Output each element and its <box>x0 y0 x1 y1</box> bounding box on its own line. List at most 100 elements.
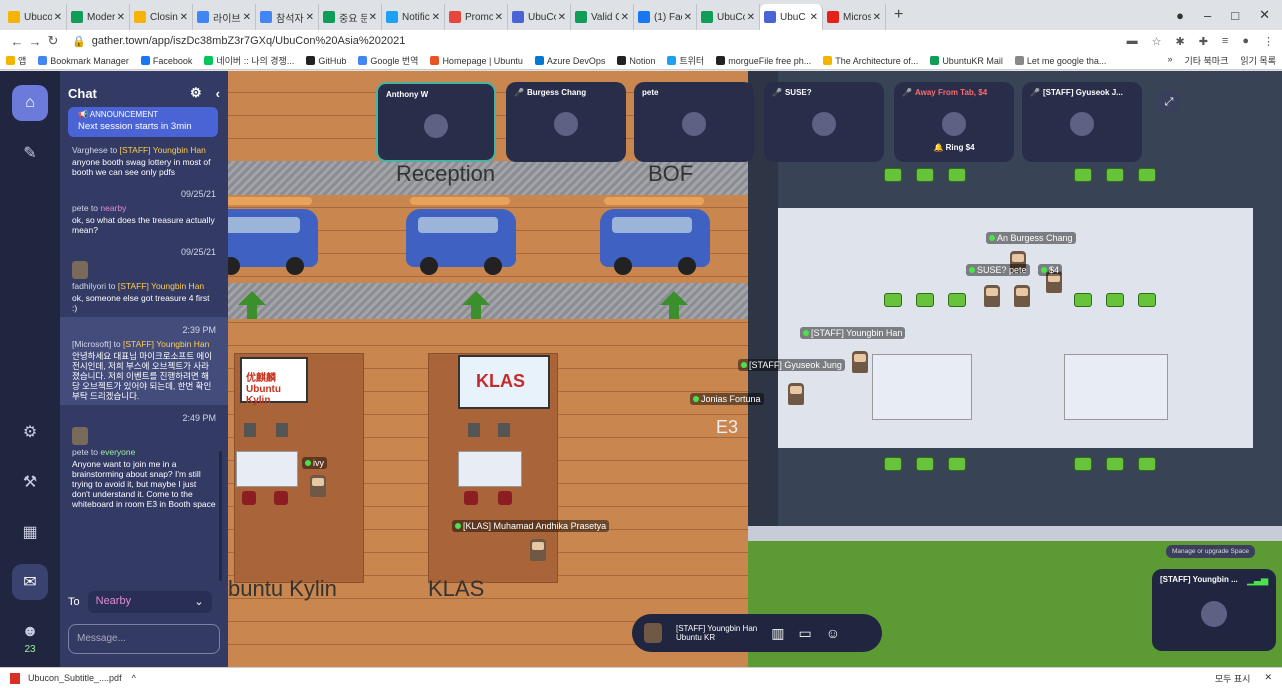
close-tab-icon[interactable]: ✕ <box>306 12 314 23</box>
bookmark-item[interactable]: Facebook <box>140 56 192 66</box>
video-tile[interactable]: 🎤 Away From Tab, $4 🔔 Ring $4 <box>894 82 1014 162</box>
bookmark-item[interactable]: Bookmark Manager <box>38 56 129 66</box>
download-file[interactable]: Ubucon_Subtitle_....pdf <box>28 673 122 683</box>
avatar[interactable] <box>1014 285 1030 307</box>
bookmark-item[interactable]: 앱 <box>6 54 26 67</box>
forward-icon[interactable]: → <box>26 34 44 49</box>
close-tab-icon[interactable]: ✕ <box>558 12 566 23</box>
self-video-tile[interactable]: [STAFF] Youngbin ... ▁▃▅ <box>1152 569 1276 651</box>
avatar[interactable] <box>310 475 326 497</box>
avatar[interactable] <box>852 351 868 373</box>
bookmark-item[interactable]: Homepage | Ubuntu <box>430 56 523 66</box>
calendar-icon[interactable]: ▦ <box>12 514 48 550</box>
bookmark-item[interactable]: morgueFile free ph... <box>716 56 811 66</box>
browser-tab[interactable]: 중요 문서✕ <box>319 4 382 30</box>
bookmark-item[interactable]: Google 번역 <box>358 54 418 67</box>
close-tab-icon[interactable]: ✕ <box>54 12 62 23</box>
screen-share-icon[interactable]: ▭ <box>798 625 811 642</box>
browser-tab[interactable]: Ubucon_S✕ <box>4 4 67 30</box>
browser-tab[interactable]: Valid Ord✕ <box>571 4 634 30</box>
home-icon[interactable]: ⌂ <box>12 85 48 121</box>
collapse-chat-icon[interactable]: ‹ <box>216 86 220 101</box>
chat-settings-icon[interactable]: ⚙ <box>190 85 202 101</box>
browser-tab[interactable]: Microsoft✕ <box>823 4 886 30</box>
hammer-icon[interactable]: ⚒ <box>12 464 48 500</box>
browser-tab[interactable]: (1) Facebo✕ <box>634 4 697 30</box>
gear-icon[interactable]: ⚙ <box>12 414 48 450</box>
chat-message[interactable]: Varghese to [STAFF] Youngbin Han anyone b… <box>60 141 228 181</box>
bookmark-folder[interactable]: 읽기 목록 <box>1240 54 1276 67</box>
menu-icon[interactable]: ⋮ <box>1263 35 1274 48</box>
avatar[interactable] <box>984 285 1000 307</box>
video-tile[interactable]: 🎤 Burgess Chang <box>506 82 626 162</box>
close-tab-icon[interactable]: ✕ <box>810 12 818 23</box>
download-chevron-icon[interactable]: ^ <box>132 673 136 683</box>
video-tile[interactable]: Anthony W <box>376 82 496 162</box>
recipient-select[interactable]: Nearby ⌄ <box>87 591 212 613</box>
bookmark-item[interactable]: Notion <box>617 56 655 66</box>
bookmark-folder[interactable]: 기타 북마크 <box>1184 54 1228 67</box>
new-tab-button[interactable]: + <box>886 6 911 24</box>
chat-messages[interactable]: Varghese to [STAFF] Youngbin Han anyone b… <box>60 141 228 581</box>
bookmark-folder[interactable]: » <box>1167 54 1172 67</box>
browser-tab[interactable]: UbuCon A✕ <box>508 4 571 30</box>
bookmark-item[interactable]: Let me google tha... <box>1014 56 1106 66</box>
avatar-icon[interactable]: ● <box>1242 35 1249 48</box>
cast-icon[interactable]: ▬ <box>1127 35 1138 48</box>
browser-tab[interactable]: UbuC ✕ <box>760 4 823 30</box>
browser-tab[interactable]: 라이브 |✕ <box>193 4 256 30</box>
browser-tab[interactable]: Closing -✕ <box>130 4 193 30</box>
message-input[interactable]: Message... <box>68 624 220 654</box>
close-tab-icon[interactable]: ✕ <box>621 12 629 23</box>
close-tab-icon[interactable]: ✕ <box>369 12 377 23</box>
emoji-icon[interactable]: ☺ <box>826 625 840 641</box>
chat-message[interactable]: 09/25/21 fadhilyori to [STAFF] Youngbin H… <box>60 239 228 317</box>
expand-icon[interactable]: ⤢ <box>1158 91 1180 113</box>
self-avatar[interactable] <box>644 623 662 643</box>
close-tab-icon[interactable]: ✕ <box>747 12 755 23</box>
close-tab-icon[interactable]: ✕ <box>873 12 881 23</box>
browser-tab[interactable]: 참석자 |✕ <box>256 4 319 30</box>
reload-icon[interactable]: ↻ <box>44 33 62 49</box>
close-tab-icon[interactable]: ✕ <box>117 12 125 23</box>
close-tab-icon[interactable]: ✕ <box>243 12 251 23</box>
playlist-icon[interactable]: ≡ <box>1222 35 1228 48</box>
bookmark-item[interactable]: 트위터 <box>667 54 704 67</box>
pin-icon[interactable]: ✎ <box>12 135 48 171</box>
url-field[interactable]: 🔒 gather.town/app/iszDc38mbZ3r7GXq/UbuCo… <box>72 35 405 48</box>
chat-scrollbar[interactable] <box>219 451 222 581</box>
star-icon[interactable]: ☆ <box>1152 35 1162 48</box>
bookmark-item[interactable]: The Architecture of... <box>823 56 918 66</box>
chat-message[interactable]: 2:39 PM [Microsoft] to [STAFF] Youngbin H… <box>60 317 228 405</box>
browser-tab[interactable]: Promote✕ <box>445 4 508 30</box>
self-name[interactable]: [STAFF] Youngbin Han Ubuntu KR <box>676 624 757 642</box>
map-icon[interactable]: ▥ <box>771 625 784 642</box>
browser-tab[interactable]: UbuCon A✕ <box>697 4 760 30</box>
avatar[interactable] <box>530 539 546 561</box>
manage-space-button[interactable]: Manage or upgrade Space <box>1166 545 1255 558</box>
close-tab-icon[interactable]: ✕ <box>180 12 188 23</box>
bookmark-item[interactable]: GitHub <box>306 56 346 66</box>
show-all-button[interactable]: 모두 표시 <box>1215 672 1251 685</box>
bookmark-item[interactable]: UbuntuKR Mail <box>930 56 1003 66</box>
avatar[interactable] <box>788 383 804 405</box>
chat-icon[interactable]: ✉ <box>12 564 48 600</box>
extension-icon[interactable]: ✱ <box>1175 35 1184 48</box>
video-tile[interactable]: pete <box>634 82 754 162</box>
map-canvas[interactable]: Reception BOF 优麒麟 Ubuntu Kylin KLAS bunt… <box>228 71 1282 667</box>
bookmark-item[interactable]: Azure DevOps <box>534 56 605 66</box>
browser-tab[interactable]: Moderato✕ <box>67 4 130 30</box>
bookmark-item[interactable]: 네이버 :: 나의 경쟁... <box>204 54 294 67</box>
maximize-button[interactable]: □ <box>1231 8 1239 23</box>
close-tab-icon[interactable]: ✕ <box>684 12 692 23</box>
ring-button[interactable]: 🔔 Ring $4 <box>933 143 974 152</box>
klas-sign[interactable]: KLAS <box>458 355 550 409</box>
close-tab-icon[interactable]: ✕ <box>495 12 503 23</box>
video-tile[interactable]: 🎤 SUSE? <box>764 82 884 162</box>
chat-message[interactable]: 09/25/21 pete to nearby ok, so what does t… <box>60 181 228 239</box>
video-tile[interactable]: 🎤 [STAFF] Gyuseok J... <box>1022 82 1142 162</box>
browser-tab[interactable]: Notificati✕ <box>382 4 445 30</box>
extensions-puzzle-icon[interactable]: ✚ <box>1199 35 1208 48</box>
announcement-banner[interactable]: 📢 ANNOUNCEMENT Next session starts in 3m… <box>68 107 218 137</box>
close-tab-icon[interactable]: ✕ <box>432 12 440 23</box>
